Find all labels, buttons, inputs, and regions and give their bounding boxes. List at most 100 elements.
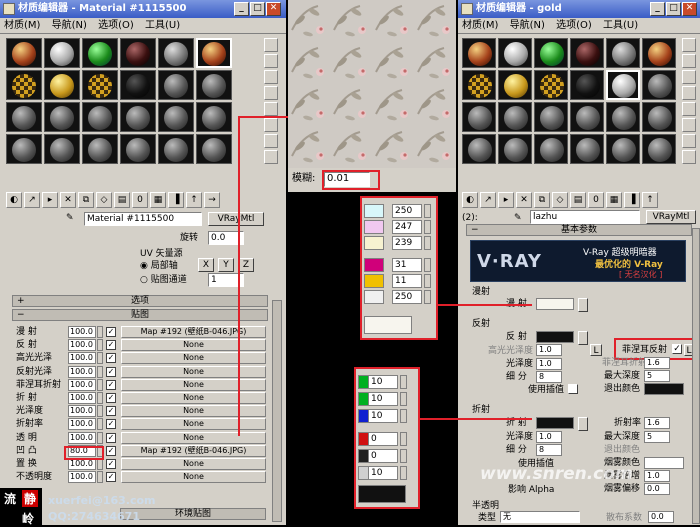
sample-slot[interactable] bbox=[82, 102, 118, 132]
channel-value-spinner[interactable] bbox=[424, 274, 431, 288]
local-axis-radio[interactable]: ◉ 局部轴 bbox=[140, 260, 178, 272]
type-select[interactable]: 无 bbox=[500, 511, 580, 523]
map-enable-checkbox[interactable]: ✓ bbox=[106, 353, 116, 364]
sample-slot[interactable] bbox=[534, 102, 568, 132]
menu-tools[interactable]: 工具(U) bbox=[141, 18, 184, 34]
map-enable-checkbox[interactable]: ✓ bbox=[106, 472, 116, 483]
sample-slot[interactable] bbox=[44, 134, 80, 164]
sample-slot[interactable] bbox=[606, 134, 640, 164]
sample-slot[interactable] bbox=[82, 134, 118, 164]
sample-slot[interactable] bbox=[6, 102, 42, 132]
map-enable-checkbox[interactable]: ✓ bbox=[106, 340, 116, 351]
material-type-button[interactable]: VRayMtl bbox=[208, 212, 264, 226]
eyedropper-icon[interactable]: ✎ bbox=[514, 212, 522, 224]
sample-slot[interactable] bbox=[158, 70, 194, 100]
refr-gloss-field[interactable]: 1.0 bbox=[536, 431, 562, 443]
map-channel-radio[interactable]: ○ 贴图通道 bbox=[140, 274, 187, 286]
make-unique-icon[interactable]: ◇ bbox=[96, 192, 112, 208]
diffuse-color-swatch[interactable] bbox=[536, 298, 574, 310]
sample-slot[interactable] bbox=[570, 38, 604, 68]
map-slot-button[interactable]: None bbox=[121, 431, 266, 444]
options-icon[interactable] bbox=[264, 134, 278, 148]
map-amount-field[interactable]: 100.0 bbox=[68, 418, 96, 431]
map-enable-checkbox[interactable]: ✓ bbox=[106, 379, 116, 390]
sample-slot[interactable] bbox=[534, 70, 568, 100]
map-amount-field[interactable]: 100.0 bbox=[68, 378, 96, 391]
map-amount-field[interactable]: 100.0 bbox=[68, 339, 96, 352]
go-sibling-icon[interactable]: → bbox=[204, 192, 220, 208]
map-slot-button[interactable]: None bbox=[121, 458, 266, 470]
map-slot-button[interactable]: None bbox=[121, 405, 266, 418]
map-enable-checkbox[interactable]: ✓ bbox=[106, 393, 116, 403]
reflect-color-swatch[interactable] bbox=[536, 331, 574, 343]
video-check-icon[interactable] bbox=[264, 102, 278, 116]
channel-value-field[interactable]: 11 bbox=[392, 274, 422, 288]
channel-value-spinner[interactable] bbox=[400, 409, 407, 423]
maps-rollout[interactable]: − 贴图 bbox=[12, 309, 268, 321]
map-amount-spinner[interactable] bbox=[97, 405, 103, 418]
backlight-icon[interactable] bbox=[264, 54, 278, 68]
uv-tiling-icon[interactable] bbox=[264, 86, 278, 100]
minimize-icon[interactable]: _ bbox=[234, 2, 249, 16]
channel-value-field[interactable]: 247 bbox=[392, 220, 422, 234]
assign-material-icon[interactable]: ▸ bbox=[498, 192, 514, 208]
put-library-icon[interactable]: ▤ bbox=[570, 192, 586, 208]
channel-value-spinner[interactable] bbox=[400, 375, 407, 389]
delete-icon[interactable]: ✕ bbox=[516, 192, 532, 208]
select-by-material-icon[interactable] bbox=[264, 150, 278, 164]
fog-bias-field[interactable]: 0.0 bbox=[644, 483, 670, 495]
material-type-button[interactable]: VRayMtl bbox=[646, 210, 696, 224]
axis-z-button[interactable]: Z bbox=[238, 258, 254, 272]
go-parent-icon[interactable]: ↑ bbox=[642, 192, 658, 208]
channel-value-field[interactable]: 250 bbox=[392, 290, 422, 304]
sample-slot[interactable] bbox=[642, 134, 676, 164]
sample-slot[interactable] bbox=[120, 134, 156, 164]
sample-slot[interactable] bbox=[570, 70, 604, 100]
diffuse-map-button[interactable] bbox=[578, 298, 588, 312]
map-slot-button[interactable]: Map #192 (壁纸B-046.JPG) bbox=[121, 326, 266, 338]
sample-slot[interactable] bbox=[44, 38, 80, 68]
refract-color-swatch[interactable] bbox=[536, 417, 574, 429]
left-scrollbar[interactable] bbox=[272, 300, 282, 522]
channel-value-field[interactable]: 250 bbox=[392, 204, 422, 218]
map-amount-spinner[interactable] bbox=[97, 365, 103, 378]
close-icon[interactable]: ✕ bbox=[266, 2, 281, 16]
channel-value-spinner[interactable] bbox=[424, 290, 431, 304]
channel-value-spinner[interactable] bbox=[424, 204, 431, 218]
make-copy-icon[interactable]: ⧉ bbox=[534, 192, 550, 208]
map-slot-button[interactable]: None bbox=[121, 471, 266, 484]
map-enable-checkbox[interactable]: ✓ bbox=[106, 327, 116, 337]
menu-navigation[interactable]: 导航(N) bbox=[48, 18, 91, 34]
sample-slot[interactable] bbox=[120, 70, 156, 100]
select-by-material-icon[interactable] bbox=[682, 150, 696, 164]
sample-type-icon[interactable] bbox=[682, 38, 696, 52]
map-slot-button[interactable]: None bbox=[121, 365, 266, 378]
channel-value-spinner[interactable] bbox=[400, 392, 407, 406]
assign-material-icon[interactable]: ▸ bbox=[42, 192, 58, 208]
menu-tools[interactable]: 工具(U) bbox=[599, 18, 642, 34]
menu-material[interactable]: 材质(M) bbox=[0, 18, 44, 34]
sample-slot[interactable] bbox=[196, 102, 232, 132]
options-icon[interactable] bbox=[682, 134, 696, 148]
map-slot-button[interactable]: None bbox=[121, 378, 266, 391]
sample-slot[interactable] bbox=[6, 70, 42, 100]
maximize-icon[interactable]: □ bbox=[666, 2, 681, 16]
menu-options[interactable]: 选项(O) bbox=[552, 18, 596, 34]
map-slot-button[interactable]: None bbox=[121, 418, 266, 431]
map-amount-spinner[interactable] bbox=[97, 326, 103, 338]
video-check-icon[interactable] bbox=[682, 102, 696, 116]
basic-params-rollout[interactable]: − 基本参数 bbox=[466, 224, 692, 236]
sample-slot[interactable] bbox=[196, 70, 232, 100]
channel-value-spinner[interactable] bbox=[400, 466, 407, 480]
show-end-icon[interactable]: ▐ bbox=[168, 192, 184, 208]
ior-field[interactable]: 1.6 bbox=[644, 417, 670, 429]
uv-tiling-icon[interactable] bbox=[682, 86, 696, 100]
sample-slot[interactable] bbox=[462, 134, 496, 164]
axis-y-button[interactable]: Y bbox=[218, 258, 234, 272]
map-amount-spinner[interactable] bbox=[97, 431, 103, 444]
hilight-gloss-field[interactable]: 1.0 bbox=[536, 344, 562, 356]
put-to-scene-icon[interactable]: ↗ bbox=[480, 192, 496, 208]
fresnel-ior-field[interactable]: 1.6 bbox=[644, 357, 670, 369]
sample-slot[interactable] bbox=[196, 38, 232, 68]
channel-value-spinner[interactable] bbox=[400, 449, 407, 463]
